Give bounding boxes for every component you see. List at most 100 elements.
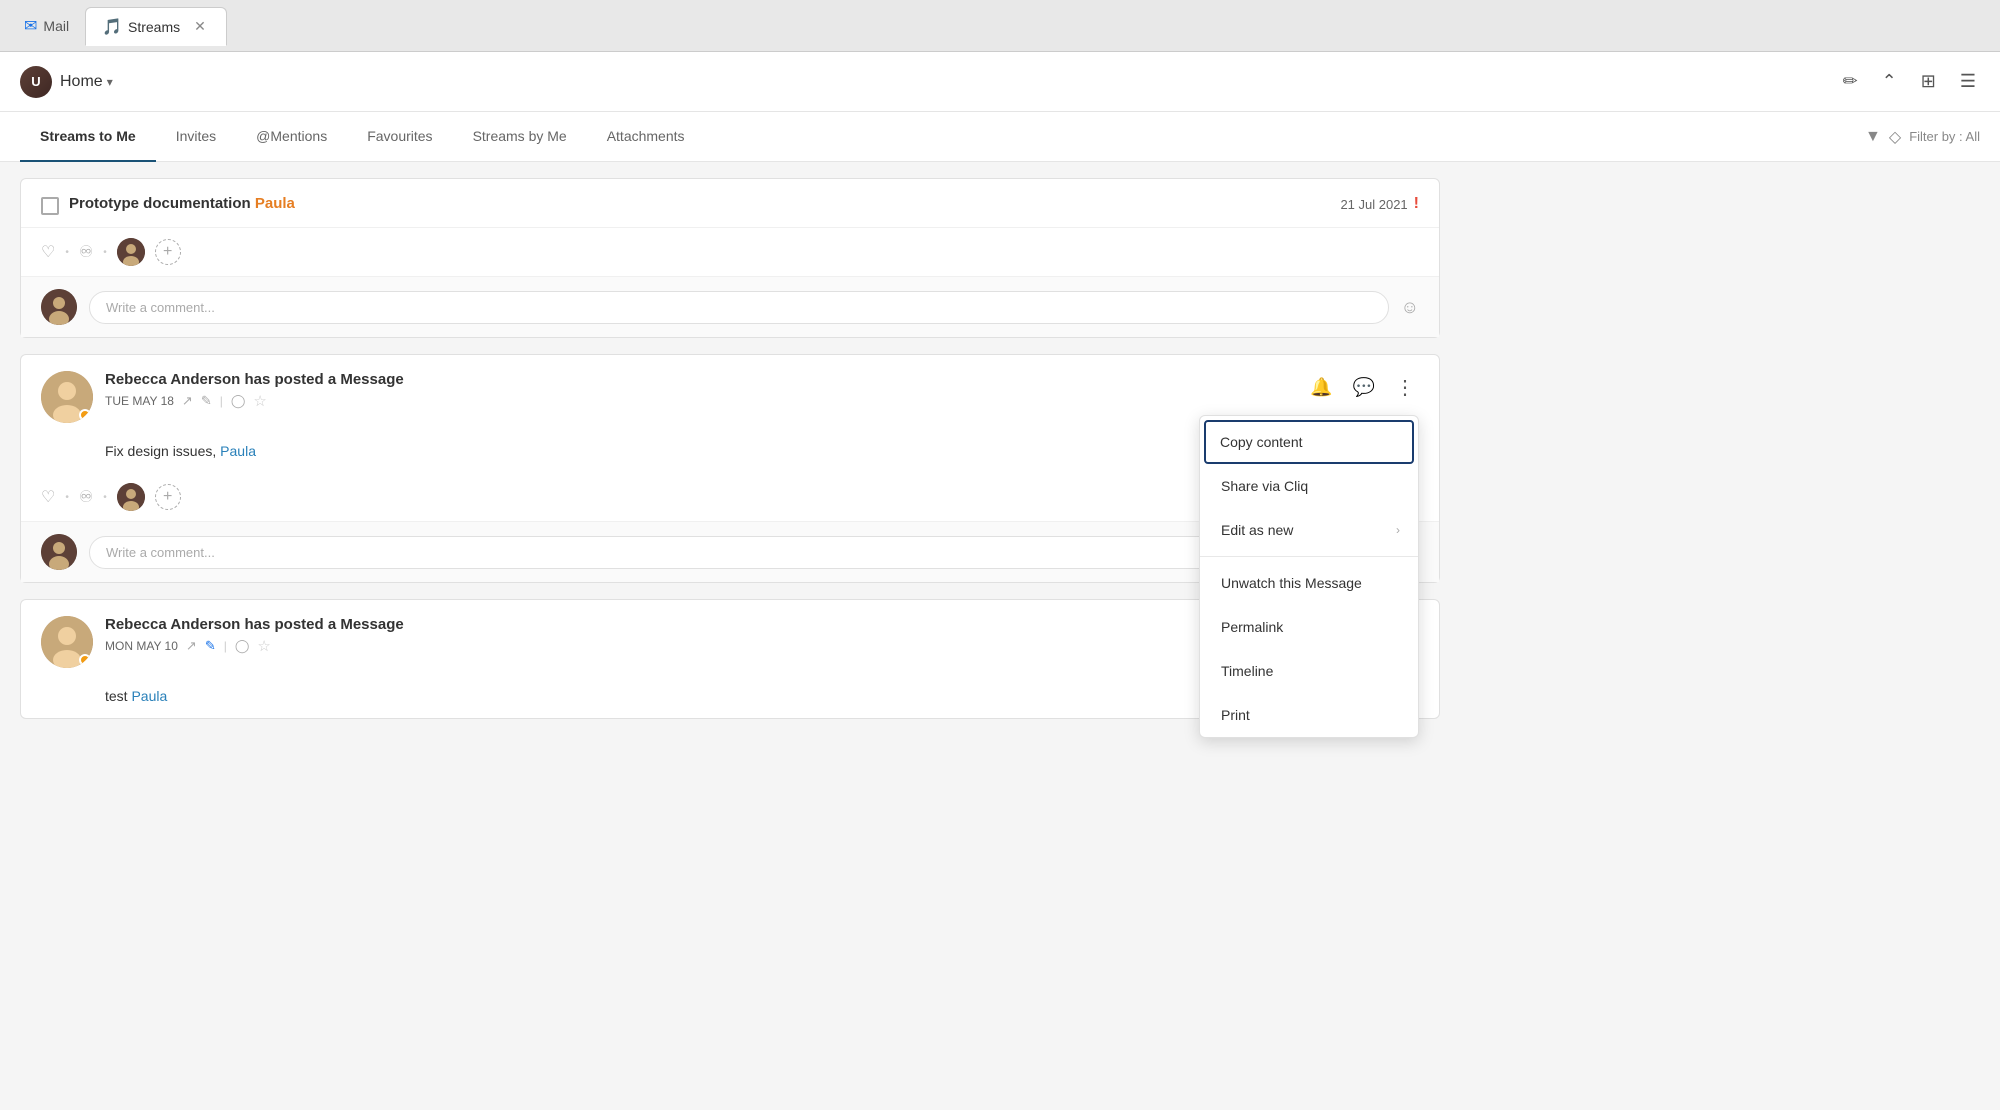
post-author-1: Rebecca Anderson has posted a Message	[105, 371, 404, 388]
post-author-2: Rebecca Anderson has posted a Message	[105, 616, 404, 633]
emoji-button-1[interactable]: ☺	[1401, 297, 1419, 318]
reply-button[interactable]: 💬	[1349, 373, 1379, 402]
lock-icon-2: ◯	[235, 638, 250, 654]
tab-mail-label: Mail	[43, 18, 69, 34]
star-icon-2[interactable]: ☆	[257, 637, 270, 655]
stream-card-1-title-area: Prototype documentation Paula	[41, 195, 295, 215]
tab-favourites[interactable]: Favourites	[347, 112, 452, 162]
streams-icon: 🎵	[102, 17, 122, 37]
dropdown-item-print[interactable]: Print	[1200, 693, 1418, 737]
stream-actions-1: ♡ • ♾ • +	[21, 228, 1439, 276]
chevron-right-icon: ›	[1396, 523, 1400, 537]
tab-mentions[interactable]: @Mentions	[236, 112, 347, 162]
post-header-left-1: Rebecca Anderson has posted a Message TU…	[41, 371, 404, 423]
chevron-down-icon: ▾	[107, 75, 113, 89]
mention-paula[interactable]: Paula	[220, 443, 256, 459]
alarm-button[interactable]: 🔔	[1306, 373, 1336, 402]
online-indicator	[79, 409, 91, 421]
like-icon-2[interactable]: ♡	[41, 487, 55, 507]
collapse-button[interactable]: ⌃	[1878, 67, 1901, 96]
dropdown-item-unwatch[interactable]: Unwatch this Message	[1200, 561, 1418, 605]
avatar-group-2	[117, 483, 145, 511]
avatar-member-1	[117, 238, 145, 266]
dot-separator-2: •	[103, 247, 107, 258]
stream-date-1: 21 Jul 2021 !	[1340, 195, 1419, 213]
post-date-line-1: TUE MAY 18 ↗ ✎ | ◯ ☆	[105, 392, 404, 410]
post-date-1: TUE MAY 18	[105, 394, 174, 408]
dot-separator: •	[65, 247, 69, 258]
comment-placeholder-1: Write a comment...	[106, 300, 215, 315]
post-date-line-2: MON MAY 10 ↗ ✎ | ◯ ☆	[105, 637, 404, 655]
mail-icon: ✉	[24, 16, 37, 36]
post-avatar-2	[41, 616, 93, 668]
header: U Home ▾ ✏ ⌃ ⊞ ☰	[0, 52, 2000, 112]
comment-area-1: Write a comment... ☺	[21, 276, 1439, 337]
add-member-button-2[interactable]: +	[155, 484, 181, 510]
lock-icon: ◯	[231, 393, 246, 409]
tab-streams[interactable]: 🎵 Streams ✕	[85, 7, 227, 46]
post-card-1: Rebecca Anderson has posted a Message TU…	[20, 354, 1440, 583]
header-right: ✏ ⌃ ⊞ ☰	[1839, 67, 1980, 96]
comment-input-2[interactable]: Write a comment...	[89, 536, 1389, 569]
stream-title-user-1: Paula	[255, 195, 295, 212]
commenter-avatar-1	[41, 289, 77, 325]
close-tab-button[interactable]: ✕	[190, 16, 210, 37]
post-avatar-1	[41, 371, 93, 423]
main-content: Streams to Me Invites @Mentions Favourit…	[0, 112, 2000, 1110]
tab-mail[interactable]: ✉ Mail	[8, 8, 85, 44]
home-dropdown[interactable]: Home ▾	[60, 73, 113, 91]
avatar-face-svg	[117, 238, 145, 266]
online-indicator-2	[79, 654, 91, 666]
avatar-group-1	[117, 238, 145, 266]
filter-label[interactable]: Filter by : All	[1909, 129, 1980, 144]
star-icon[interactable]: ☆	[253, 392, 266, 410]
nav-tabs: Streams to Me Invites @Mentions Favourit…	[0, 112, 2000, 162]
streams-list: Prototype documentation Paula 21 Jul 202…	[0, 162, 1460, 735]
comment-placeholder-2: Write a comment...	[106, 545, 215, 560]
compose-button[interactable]: ✏	[1839, 67, 1862, 96]
stream-title-1: Prototype documentation Paula	[69, 195, 295, 212]
stream-card-1: Prototype documentation Paula 21 Jul 202…	[20, 178, 1440, 338]
tab-streams-label: Streams	[128, 19, 180, 35]
like-icon[interactable]: ♡	[41, 242, 55, 262]
dropdown-separator	[1200, 556, 1418, 557]
urgent-indicator: !	[1414, 195, 1419, 213]
dropdown-item-copy-content[interactable]: Copy content	[1204, 420, 1414, 464]
follow-icon-2[interactable]: ♾	[79, 487, 93, 507]
avatar: U	[20, 66, 52, 98]
grid-view-button[interactable]: ⊞	[1917, 67, 1940, 96]
post-header-left-2: Rebecca Anderson has posted a Message MO…	[41, 616, 404, 668]
header-left: U Home ▾	[20, 66, 113, 98]
post-meta-1: Rebecca Anderson has posted a Message TU…	[105, 371, 404, 410]
edit-icon-2[interactable]: ✎	[205, 638, 216, 654]
mention-paula-2[interactable]: Paula	[131, 688, 167, 704]
post-meta-2: Rebecca Anderson has posted a Message MO…	[105, 616, 404, 655]
post-date-2: MON MAY 10	[105, 639, 178, 653]
tab-streams-to-me[interactable]: Streams to Me	[20, 112, 156, 162]
tab-invites[interactable]: Invites	[156, 112, 236, 162]
dropdown-item-timeline[interactable]: Timeline	[1200, 649, 1418, 693]
dropdown-item-permalink[interactable]: Permalink	[1200, 605, 1418, 649]
commenter-avatar-2	[41, 534, 77, 570]
comment-input-1[interactable]: Write a comment...	[89, 291, 1389, 324]
add-member-button-1[interactable]: +	[155, 239, 181, 265]
post-header-right-1: 🔔 💬 ⋮	[1306, 371, 1419, 404]
edit-icon[interactable]: ✎	[201, 393, 212, 409]
dropdown-menu: Copy content Share via Cliq Edit as new …	[1199, 415, 1419, 738]
tab-attachments[interactable]: Attachments	[587, 112, 705, 162]
menu-button[interactable]: ☰	[1956, 67, 1980, 96]
filter-icon[interactable]: ▼	[1865, 128, 1881, 146]
avatar-member-2	[117, 483, 145, 511]
more-options-button[interactable]: ⋮	[1391, 371, 1419, 404]
dropdown-item-share-via-cliq[interactable]: Share via Cliq	[1200, 464, 1418, 508]
stream-card-1-header: Prototype documentation Paula 21 Jul 202…	[21, 179, 1439, 228]
external-link-icon[interactable]: ↗	[182, 393, 193, 409]
nav-filter: ▼ ◇ Filter by : All	[1865, 127, 1980, 147]
filter-clear-icon[interactable]: ◇	[1889, 127, 1901, 147]
stream-checkbox-1[interactable]	[41, 197, 59, 215]
tab-streams-by-me[interactable]: Streams by Me	[453, 112, 587, 162]
dropdown-item-edit-as-new[interactable]: Edit as new ›	[1200, 508, 1418, 552]
external-link-icon-2[interactable]: ↗	[186, 638, 197, 654]
home-label: Home	[60, 73, 103, 91]
follow-icon[interactable]: ♾	[79, 242, 93, 262]
